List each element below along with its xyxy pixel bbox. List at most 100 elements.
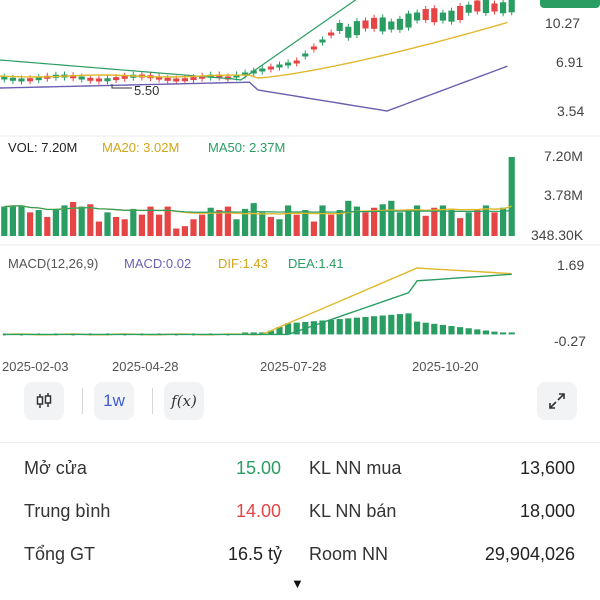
price-candle: [328, 32, 335, 36]
volume-bar: [267, 216, 274, 236]
volume-bar: [138, 214, 145, 236]
macd-histogram-bar: [439, 324, 446, 335]
stat-row-1: Mở cửa 15.00 KL NN mua 13,600: [0, 448, 600, 488]
macd-histogram-bar: [508, 332, 515, 335]
macd-histogram-bar: [328, 319, 335, 335]
open-value: 15.00: [236, 458, 282, 478]
volume-axis-max: 7.20M: [544, 148, 583, 164]
macd-histogram-bar: [474, 329, 481, 335]
price-candle: [474, 0, 481, 12]
macd-histogram-bar: [353, 317, 360, 335]
macd-legend-dif: DIF:1.43: [218, 256, 268, 271]
price-candle: [457, 5, 464, 20]
price-axis-label-bottom: 3.54: [557, 103, 584, 119]
foreign-sell-label: KL NN bán: [309, 501, 397, 521]
x-axis-label-3: 2025-07-28: [260, 359, 327, 374]
price-candle: [259, 68, 266, 72]
foreign-buy-label: KL NN mua: [309, 458, 402, 478]
volume-bar: [130, 208, 137, 236]
macd-histogram-bar: [491, 331, 498, 335]
stat-row-2: Trung bình 14.00 KL NN bán 18,000: [0, 491, 600, 531]
volume-bar: [259, 212, 266, 236]
volume-bar: [431, 207, 438, 236]
price-candle: [491, 3, 498, 12]
price-candle: [482, 0, 489, 14]
price-candle: [405, 13, 412, 28]
volume-bar: [78, 206, 85, 236]
stat-row-3: Tổng GT 16.5 tỷ Room NN 29,904,026: [0, 534, 600, 574]
volume-bar: [285, 205, 292, 236]
price-candle: [302, 53, 309, 57]
macd-histogram-bar: [310, 321, 317, 335]
volume-bar: [27, 212, 34, 236]
macd-axis-min: -0.27: [554, 333, 586, 349]
macd-histogram-bar: [371, 316, 378, 335]
volume-bar: [1, 206, 8, 236]
interval-button[interactable]: 1w: [94, 382, 134, 420]
foreign-buy-value: 13,600: [519, 458, 575, 478]
volume-legend-ma20: MA20: 3.02M: [102, 140, 179, 155]
volume-bar: [276, 219, 283, 236]
price-candle: [500, 2, 507, 14]
volume-bar: [319, 205, 326, 236]
volume-bar: [491, 212, 498, 236]
volume-bar: [44, 216, 51, 236]
macd-histogram-bar: [388, 314, 395, 335]
price-candle: [379, 17, 386, 32]
volume-bar: [181, 226, 188, 236]
macd-histogram-bar: [405, 313, 412, 335]
macd-histogram-bar: [414, 321, 421, 335]
macd-histogram-bar: [345, 318, 352, 335]
volume-legend-ma50: MA50: 2.37M: [208, 140, 285, 155]
indicator-button[interactable]: f(x): [164, 382, 204, 420]
price-candle: [173, 78, 180, 82]
price-candle: [104, 78, 111, 82]
expand-button[interactable]: [537, 382, 577, 420]
last-price-badge: [540, 0, 600, 8]
chart-toolbar: 1w f(x): [0, 380, 600, 424]
volume-bar: [70, 201, 77, 236]
x-axis-label-1: 2025-02-03: [2, 359, 69, 374]
stock-chart[interactable]: 10.27 6.91 3.54 5.50 VOL: 7.20M MA20: 3.…: [0, 0, 600, 380]
price-candle: [388, 21, 395, 30]
macd-histogram-bar: [336, 319, 343, 335]
price-candle: [285, 62, 292, 66]
open-label: Mở cửa: [24, 458, 87, 478]
price-candle: [267, 66, 274, 70]
candlestick-toggle-button[interactable]: [24, 382, 64, 420]
price-candle: [431, 8, 438, 23]
volume-bar: [61, 205, 68, 236]
macd-histogram-bar: [379, 315, 386, 335]
section-divider: [0, 442, 600, 443]
volume-bar: [224, 206, 231, 236]
volume-bar: [18, 205, 25, 236]
macd-histogram-bar: [396, 314, 403, 335]
volume-bar: [482, 205, 489, 236]
x-axis-label-4: 2025-10-20: [412, 359, 479, 374]
macd-legend-dea: DEA:1.41: [288, 256, 344, 271]
volume-bar: [113, 216, 120, 236]
expand-more-icon[interactable]: ▼: [291, 576, 304, 591]
price-panel: [0, 0, 515, 112]
macd-histogram-bar: [422, 322, 429, 335]
price-candle: [181, 78, 188, 82]
price-candle: [422, 9, 429, 21]
foreign-room-label: Room NN: [309, 544, 389, 564]
total-value-label: Tổng GT: [24, 544, 96, 564]
volume-bar: [379, 204, 386, 236]
chart-canvas[interactable]: 10.27 6.91 3.54 5.50 VOL: 7.20M MA20: 3.…: [0, 0, 600, 380]
macd-legend-macd: MACD:0.02: [124, 256, 191, 271]
macd-histogram-bar: [431, 323, 438, 335]
toolbar-separator: [82, 388, 83, 414]
macd-legend-name: MACD(12,26,9): [8, 256, 98, 271]
volume-bar: [173, 228, 180, 236]
price-candle: [276, 64, 283, 68]
volume-bar: [508, 157, 515, 236]
price-candle: [448, 10, 455, 22]
macd-histogram-bar: [448, 326, 455, 335]
volume-bar: [199, 214, 206, 236]
volume-bar: [104, 212, 111, 236]
volume-bar: [422, 215, 429, 236]
volume-legend-vol: VOL: 7.20M: [8, 140, 77, 155]
average-label: Trung bình: [24, 501, 111, 521]
